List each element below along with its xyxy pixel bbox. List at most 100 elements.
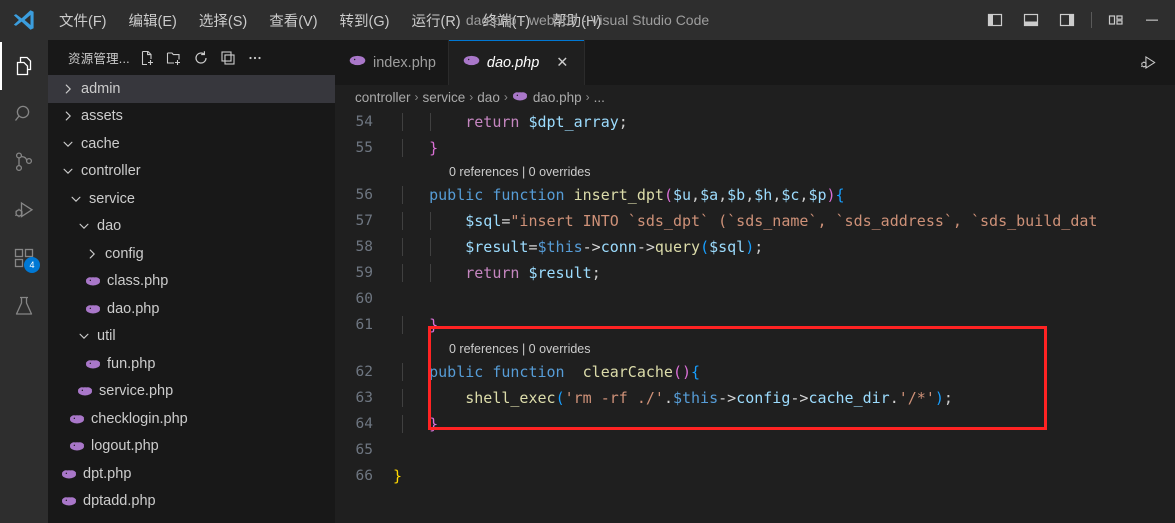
activitybar-testing[interactable] [0,282,48,330]
line-number: 61 [355,317,373,333]
chevron-right-icon[interactable] [60,108,76,124]
code-line[interactable]: 54 return $dpt_array; [335,109,1175,135]
activitybar-run-debug[interactable] [0,186,48,234]
tree-item-dao[interactable]: dao [48,213,335,241]
chevron-down-icon[interactable] [60,136,76,152]
menu-go[interactable]: 转到(G) [329,6,401,35]
line-number: 58 [355,239,373,255]
indent-guide [402,212,403,230]
new-file-icon[interactable] [134,46,160,70]
tree-item-dptadd-php[interactable]: dptadd.php [48,488,335,516]
breadcrumb-item[interactable]: service [420,90,469,105]
editor-tabs: index.php dao.php ✕ [335,40,1175,85]
code-line[interactable]: 60 [335,286,1175,312]
indent-guide [402,238,403,256]
chevron-down-icon[interactable] [76,218,92,234]
menu-run[interactable]: 运行(R) [400,6,471,35]
menu-edit[interactable]: 编辑(E) [118,6,188,35]
tree-item-dao-php[interactable]: dao.php [48,295,335,323]
code-line-content: public function insert_dpt($u,$a,$b,$h,$… [393,186,845,204]
close-icon[interactable]: ✕ [552,53,572,73]
tree-item-service[interactable]: service [48,185,335,213]
php-file-icon [84,273,102,289]
new-folder-icon[interactable] [161,46,187,70]
chevron-down-icon[interactable] [76,328,92,344]
code-line[interactable]: 64 } [335,411,1175,437]
indent-guide [402,415,403,433]
tree-item-dpt-php[interactable]: dpt.php [48,460,335,488]
refresh-explorer-icon[interactable] [188,46,214,70]
activitybar-extensions[interactable]: 4 [0,234,48,282]
code-line[interactable]: 57 $sql="insert INTO `sds_dpt` (`sds_nam… [335,208,1175,234]
tab-index-php[interactable]: index.php [335,40,449,85]
breadcrumb-item[interactable]: dao.php [509,88,585,107]
tree-item-cache[interactable]: cache [48,130,335,158]
line-number: 65 [355,442,373,458]
code-line[interactable]: 65 [335,437,1175,463]
tree-item-config[interactable]: config [48,240,335,268]
toggle-panel-icon[interactable] [1014,4,1048,36]
codelens-row[interactable]: 0 references | 0 overrides [335,161,1175,182]
tree-item-controller[interactable]: controller [48,158,335,186]
tree-item-class-php[interactable]: class.php [48,268,335,296]
tree-item-admin[interactable]: admin [48,75,335,103]
menu-terminal[interactable]: 终端(T) [472,6,542,35]
chevron-right-icon[interactable] [84,246,100,262]
toggle-primary-sidebar-icon[interactable] [978,4,1012,36]
code-line[interactable]: 62 public function clearCache(){ [335,359,1175,385]
tree-item-fun-php[interactable]: fun.php [48,350,335,378]
menu-view[interactable]: 查看(V) [258,6,328,35]
chevron-right-icon[interactable] [60,81,76,97]
tree-item-logout-php[interactable]: logout.php [48,433,335,461]
activitybar-search[interactable] [0,90,48,138]
chevron-down-icon[interactable] [68,191,84,207]
code-line[interactable]: 66} [335,463,1175,489]
code-line[interactable]: 63 shell_exec('rm -rf ./'.$this->config-… [335,385,1175,411]
customize-layout-icon[interactable] [1099,4,1133,36]
breadcrumb-item[interactable]: dao [474,90,503,105]
code-editor[interactable]: 54 return $dpt_array; 55 } 0 references | … [335,109,1175,523]
chevron-down-icon[interactable] [60,163,76,179]
breadcrumb-item[interactable]: ... [591,90,608,105]
codelens-label[interactable]: 0 references | 0 overrides [393,342,591,356]
code-line-content: public function clearCache(){ [393,363,700,381]
codelens-row[interactable]: 0 references | 0 overrides [335,338,1175,359]
code-line[interactable]: 61 } [335,312,1175,338]
code-line[interactable]: 58 $result=$this->conn->query($sql); [335,234,1175,260]
tree-item-assets[interactable]: assets [48,103,335,131]
code-line[interactable]: 59 return $result; [335,260,1175,286]
run-or-debug-icon[interactable] [1133,49,1161,77]
tree-item-label: dptadd.php [83,493,156,510]
php-file-icon [60,493,78,509]
toggle-secondary-sidebar-icon[interactable] [1050,4,1084,36]
tree-item-checklogin-php[interactable]: checklogin.php [48,405,335,433]
menu-help[interactable]: 帮助(H) [541,6,612,35]
titlebar-divider [1091,12,1092,28]
code-line[interactable]: 55 } [335,135,1175,161]
breadcrumb-item[interactable]: controller [352,90,414,105]
code-line-content: } [393,139,438,157]
activitybar-source-control[interactable] [0,138,48,186]
code-line[interactable]: 56 public function insert_dpt($u,$a,$b,$… [335,182,1175,208]
breadcrumb-label: dao.php [532,89,582,105]
indent-guide [430,113,431,131]
codelens-label[interactable]: 0 references | 0 overrides [393,165,591,179]
collapse-folders-icon[interactable] [215,46,241,70]
minimize-window-icon[interactable] [1135,4,1169,36]
menu-selection[interactable]: 选择(S) [188,6,258,35]
tree-item-label: dao [97,218,122,235]
breadcrumb-label: dao [477,89,500,105]
code-line-content: } [393,316,438,334]
menu-file[interactable]: 文件(F) [48,6,118,35]
tab-dao-php[interactable]: dao.php ✕ [448,40,586,85]
workbench-body: 4 资源管理... admin assets cache controller … [0,40,1175,523]
explorer-title: 资源管理... [68,52,130,66]
tree-item-util[interactable]: util [48,323,335,351]
indent-guide [430,264,431,282]
tree-item-service-php[interactable]: service.php [48,378,335,406]
line-number: 57 [355,213,373,229]
activitybar-explorer[interactable] [0,42,48,90]
php-file-icon [349,52,366,73]
code-line-content: shell_exec('rm -rf ./'.$this->config->ca… [393,389,953,407]
more-actions-icon[interactable] [242,46,268,70]
